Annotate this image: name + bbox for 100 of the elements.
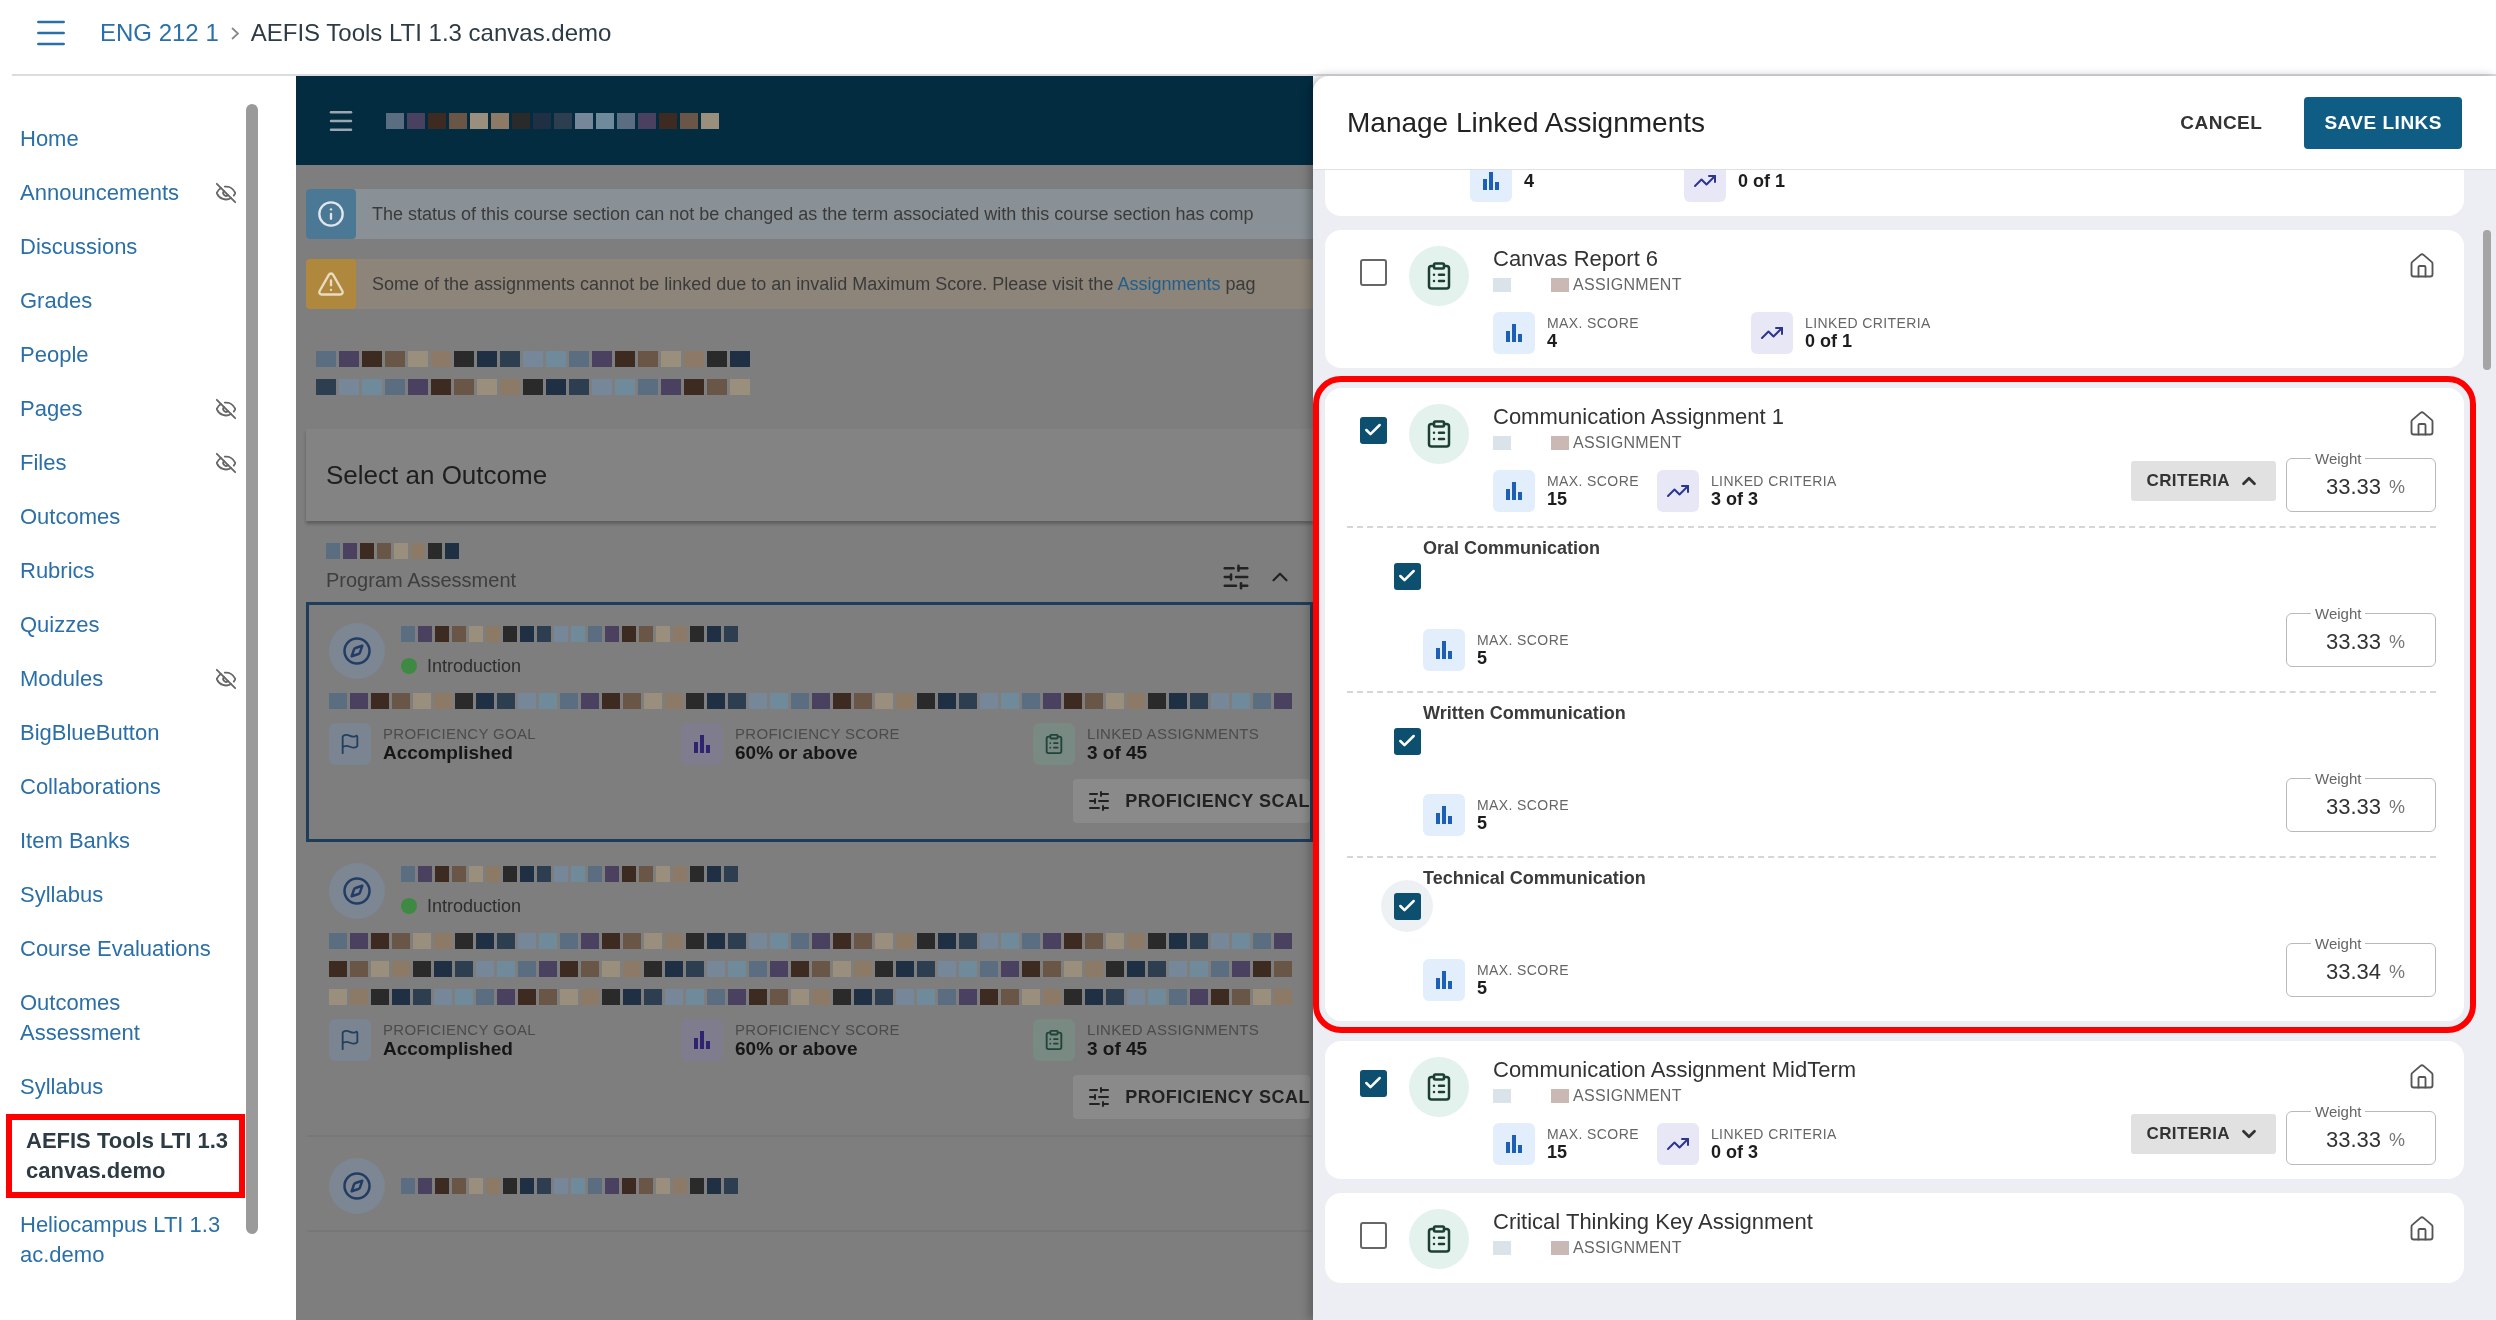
status-dot xyxy=(401,658,417,674)
cancel-button[interactable]: CANCEL xyxy=(2166,101,2277,144)
sidebar-item[interactable]: Rubrics xyxy=(0,544,245,598)
stat-label: LINKED CRITERIA xyxy=(1710,1125,1837,1142)
sidebar-item[interactable]: Home xyxy=(0,112,245,166)
stat-value: Accomplished xyxy=(383,741,514,764)
stat-value: 3 of 45 xyxy=(1087,741,1149,764)
stat-label: MAX. SCORE xyxy=(1547,472,1639,489)
checkbox[interactable] xyxy=(1393,562,1421,590)
proficiency-scale-button[interactable]: PROFICIENCY SCAL xyxy=(1073,1075,1310,1119)
sidebar-item[interactable]: Course Evaluations xyxy=(0,922,245,976)
stat-value: 15 xyxy=(1547,1141,1569,1163)
sidebar-item[interactable]: Files xyxy=(0,436,245,490)
home-icon[interactable] xyxy=(2408,1063,2436,1091)
criteria-button[interactable]: CRITERIA xyxy=(2130,461,2276,501)
level-label: Introduction xyxy=(401,895,741,917)
stat-value: 4 xyxy=(1524,170,1534,192)
pixelated-text xyxy=(1493,1089,1511,1103)
sidebar-item[interactable]: Outcomes Assessment xyxy=(0,976,245,1060)
sidebar-item[interactable]: Quizzes xyxy=(0,598,245,652)
stat-value: 5 xyxy=(1477,647,1488,669)
stat-label: MAX. SCORE xyxy=(1547,314,1639,331)
scrollbar-thumb[interactable] xyxy=(2483,230,2491,370)
assignment-title: Critical Thinking Key Assignment xyxy=(1493,1209,1814,1235)
breadcrumb-current: AEFIS Tools LTI 1.3 canvas.demo xyxy=(250,19,612,47)
filter-icon[interactable] xyxy=(1221,562,1251,592)
stat-label: LINKED CRITERIA xyxy=(1710,472,1837,489)
stat-value: Accomplished xyxy=(383,1037,514,1060)
pixelated-text xyxy=(1551,1241,1569,1255)
stat-value: 3 of 3 xyxy=(1710,488,1759,510)
sidebar-item[interactable]: Discussions xyxy=(0,220,245,274)
stat-value: 0 of 1 xyxy=(1738,170,1786,192)
assignment-type: ASSIGNMENT xyxy=(1573,1087,1682,1105)
pixelated-text xyxy=(1551,436,1569,450)
sidebar-item[interactable]: BigBlueButton xyxy=(0,706,245,760)
home-icon[interactable] xyxy=(2408,252,2436,280)
flag-icon xyxy=(339,1029,361,1051)
clipboard-icon xyxy=(1043,1029,1065,1051)
compass-icon xyxy=(342,636,372,666)
pixelated-text xyxy=(1551,278,1569,292)
checkbox[interactable] xyxy=(1393,892,1421,920)
sidebar-item[interactable]: People xyxy=(0,328,245,382)
chevron-right-icon xyxy=(230,26,239,40)
sidebar-item[interactable]: Grades xyxy=(0,274,245,328)
criterion-name: Oral Communication xyxy=(1423,538,1602,559)
pixelated-text xyxy=(1493,436,1511,450)
sidebar-item[interactable]: Collaborations xyxy=(0,760,245,814)
scrollbar-thumb[interactable] xyxy=(246,104,258,1234)
checkbox[interactable] xyxy=(1359,258,1387,286)
home-icon[interactable] xyxy=(2408,410,2436,438)
sidebar-item[interactable]: Announcements xyxy=(0,166,245,220)
stat-value: 60% or above xyxy=(735,1037,859,1060)
pixelated-text xyxy=(1551,1089,1569,1103)
proficiency-scale-button[interactable]: PROFICIENCY SCAL xyxy=(1073,779,1310,823)
drawer-title: Manage Linked Assignments xyxy=(1347,106,1706,139)
sliders-icon xyxy=(1087,1085,1112,1109)
sidebar-item[interactable]: Pages xyxy=(0,382,245,436)
sidebar-item[interactable]: Heliocampus LTI 1.3 ac.demo xyxy=(0,1198,245,1282)
compass-icon xyxy=(342,1171,372,1201)
section-label: Program Assessment xyxy=(326,569,517,592)
info-icon xyxy=(317,200,345,228)
stat-value: 5 xyxy=(1477,977,1488,999)
save-links-button[interactable]: SAVE LINKS xyxy=(2304,96,2462,149)
criteria-button[interactable]: CRITERIA xyxy=(2130,1114,2276,1154)
sidebar-item[interactable]: Modules xyxy=(0,652,245,706)
stat-label: MAX. SCORE xyxy=(1477,796,1569,813)
stat-label: MAX. SCORE xyxy=(1547,1125,1639,1142)
checkbox[interactable] xyxy=(1393,727,1421,755)
weight-field[interactable]: Weight 33.33 % xyxy=(2286,450,2436,512)
criterion-name: Technical Communication xyxy=(1423,868,1647,889)
compass-icon xyxy=(342,876,372,906)
stat-value: 4 xyxy=(1547,330,1558,352)
checkbox[interactable] xyxy=(1359,416,1387,444)
assignment-type: ASSIGNMENT xyxy=(1573,434,1682,452)
criterion-name: Written Communication xyxy=(1423,703,1627,724)
sidebar-item[interactable]: Syllabus xyxy=(0,868,245,922)
pixelated-text xyxy=(1493,278,1511,292)
status-dot xyxy=(401,898,417,914)
home-icon[interactable] xyxy=(2408,1215,2436,1243)
weight-field[interactable]: Weight 33.33 % xyxy=(2286,770,2436,832)
checkbox[interactable] xyxy=(1359,1069,1387,1097)
stat-label: LINKED CRITERIA xyxy=(1805,314,1931,331)
weight-field[interactable]: Weight 33.33 % xyxy=(2286,1103,2436,1165)
warning-icon xyxy=(317,270,345,298)
sidebar-item[interactable]: Outcomes xyxy=(0,490,245,544)
stat-label: MAX. SCORE xyxy=(1477,631,1569,648)
breadcrumb-link[interactable]: ENG 212 1 xyxy=(100,19,219,47)
weight-field[interactable]: Weight 33.33 % xyxy=(2286,605,2436,667)
sidebar-item[interactable]: Syllabus xyxy=(0,1060,245,1114)
stat-label: MAX. SCORE xyxy=(1477,961,1569,978)
sidebar-item[interactable]: Item Banks xyxy=(0,814,245,868)
flag-icon xyxy=(339,733,361,755)
weight-field[interactable]: Weight 33.34 % xyxy=(2286,935,2436,997)
checkbox[interactable] xyxy=(1359,1221,1387,1249)
level-label: Introduction xyxy=(401,655,741,677)
assignment-type: ASSIGNMENT xyxy=(1573,276,1682,294)
assignment-title: Communication Assignment 1 xyxy=(1493,404,1786,430)
assignment-title: Communication Assignment MidTerm xyxy=(1493,1057,1858,1083)
sidebar-item[interactable]: AEFIS Tools LTI 1.3 canvas.demo xyxy=(6,1114,245,1198)
pixelated-text xyxy=(1493,1241,1511,1255)
